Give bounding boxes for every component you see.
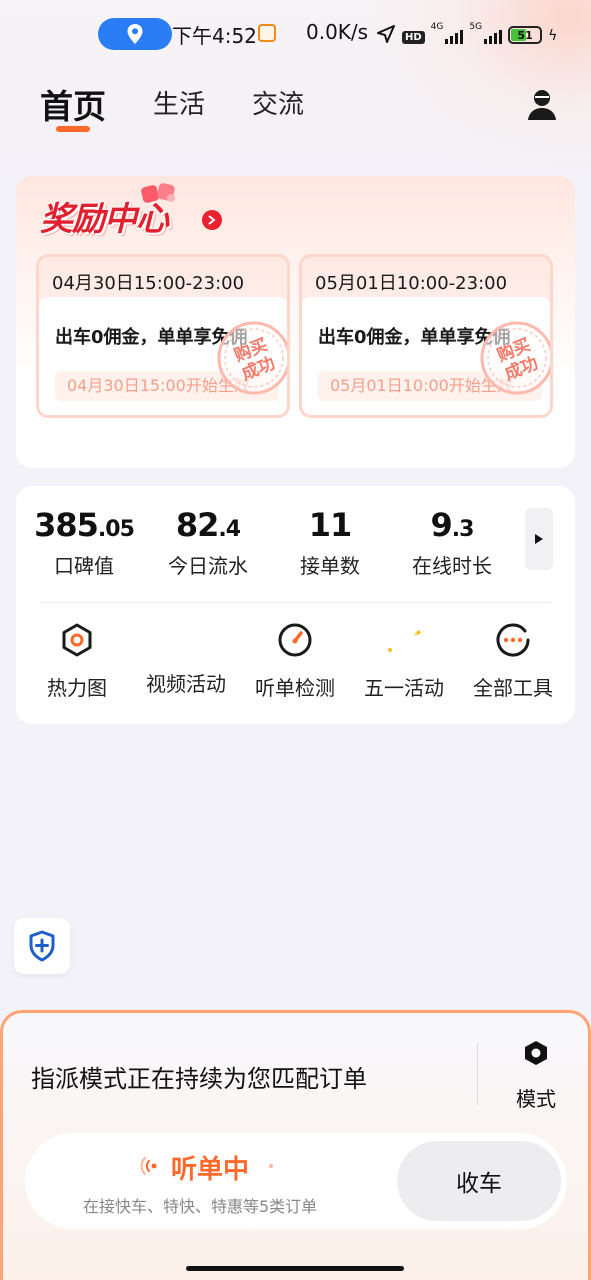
tab-community[interactable]: 交流 xyxy=(252,84,304,121)
battery-icon: 51 xyxy=(508,26,543,44)
status-time: 下午4:52 xyxy=(172,24,257,48)
more-tools-icon xyxy=(496,623,530,657)
stat-order-count[interactable]: 11 接单数 xyxy=(270,506,390,579)
stat-online-hours[interactable]: 9.3 在线时长 xyxy=(392,506,512,579)
dispatch-status-text: 指派模式正在持续为您匹配订单 xyxy=(31,1065,367,1093)
purchase-success-stamp: 购买 成功 xyxy=(480,321,550,395)
coupon-body: 出车0佣金，单单享免佣 04月30日15:00开始生效 购买 成功 xyxy=(39,297,287,415)
reward-coupon[interactable]: 05月01日10:00-23:00 出车0佣金，单单享免佣 05月01日10:0… xyxy=(299,254,553,418)
play-arrow-icon xyxy=(535,534,543,544)
broadcast-icon xyxy=(140,1157,157,1175)
heatmap-icon xyxy=(62,623,92,657)
tool-all-tools[interactable]: 全部工具 xyxy=(458,622,568,701)
stat-label: 在线时长 xyxy=(412,554,492,578)
tab-life[interactable]: 生活 xyxy=(153,84,205,121)
stats-tools-card: 385.05 口碑值 82.4 今日流水 11 接单数 9.3 在线时长 热力图… xyxy=(16,486,575,724)
stop-work-button[interactable]: 收车 xyxy=(397,1141,561,1221)
app-notification-icon xyxy=(258,24,276,42)
tool-video-activity[interactable]: 视频活动 xyxy=(131,622,241,697)
network-type-label: 5G xyxy=(469,22,483,32)
mode-icon xyxy=(525,1041,547,1065)
stat-value: 9.3 xyxy=(430,506,475,544)
stat-value: 385.05 xyxy=(34,506,135,544)
safety-button[interactable] xyxy=(14,918,70,974)
listening-order-types: 在接快车、特快、特惠等5类订单 xyxy=(83,1197,318,1216)
stats-more-button[interactable] xyxy=(525,508,553,570)
shield-plus-icon xyxy=(29,930,55,962)
stat-label: 今日流水 xyxy=(168,554,248,578)
battery-level: 51 xyxy=(517,28,533,42)
video-icon xyxy=(168,622,204,658)
tool-label: 热力图 xyxy=(47,676,107,700)
tool-label: 全部工具 xyxy=(473,676,553,700)
coupon-time-range: 04月30日15:00-23:00 xyxy=(52,273,245,294)
divider xyxy=(40,602,551,603)
signal-icon xyxy=(484,28,503,44)
active-tab-indicator xyxy=(56,126,90,132)
coupon-body: 出车0佣金，单单享免佣 05月01日10:00开始生效 购买 成功 xyxy=(302,297,550,415)
signal-icon xyxy=(445,28,464,44)
divider xyxy=(477,1043,478,1105)
network-type-label: 4G xyxy=(430,22,444,32)
mode-button[interactable]: 模式 xyxy=(503,1039,569,1112)
network-speed: 0.0K/s xyxy=(306,20,369,44)
stat-label: 接单数 xyxy=(300,554,360,578)
status-dot xyxy=(269,1164,273,1168)
coupon-time-range: 05月01日10:00-23:00 xyxy=(315,273,508,294)
mode-label: 模式 xyxy=(516,1087,556,1111)
tab-home[interactable]: 首页 xyxy=(40,80,106,128)
stat-today-income[interactable]: 82.4 今日流水 xyxy=(148,506,268,579)
reward-coupon[interactable]: 04月30日15:00-23:00 出车0佣金，单单享免佣 04月30日15:0… xyxy=(36,254,290,418)
status-icons: HD 4G 5G 51 ϟ xyxy=(376,22,557,44)
tool-heatmap[interactable]: 热力图 xyxy=(22,622,132,701)
profile-button[interactable] xyxy=(524,86,560,122)
reward-center-card[interactable]: 奖励中心 04月30日15:00-23:00 出车0佣金，单单享免佣 04月30… xyxy=(16,176,575,468)
tool-listen-check[interactable]: 听单检测 xyxy=(240,622,350,701)
chevron-right-icon xyxy=(208,215,216,225)
user-icon xyxy=(528,90,556,120)
gauge-icon xyxy=(278,623,312,657)
purchase-success-stamp: 购买 成功 xyxy=(217,321,287,395)
listening-bar: 听单中 在接快车、特快、特惠等5类订单 收车 xyxy=(25,1133,567,1229)
navigation-arrow-icon xyxy=(377,25,395,43)
stat-value: 82.4 xyxy=(175,506,241,544)
location-pill xyxy=(98,18,172,50)
tool-label: 听单检测 xyxy=(255,676,335,700)
sparkle-icon xyxy=(388,630,421,652)
stat-rating[interactable]: 385.05 口碑值 xyxy=(24,506,144,579)
reward-center-header[interactable]: 奖励中心 xyxy=(40,183,175,240)
home-indicator[interactable] xyxy=(186,1266,404,1271)
reward-center-arrow-button[interactable] xyxy=(202,210,222,230)
charging-icon: ϟ xyxy=(548,28,558,44)
gift-icon xyxy=(141,183,175,203)
hd-badge: HD xyxy=(402,31,425,44)
tool-label: 视频活动 xyxy=(146,672,226,696)
location-icon xyxy=(127,24,143,44)
order-dispatch-panel: 指派模式正在持续为您匹配订单 模式 听单中 在接快车、特快、特惠等5类订单 收车 xyxy=(0,1010,591,1280)
tool-may-day-activity[interactable]: 五一活动 xyxy=(349,622,459,701)
status-bar: 下午4:52 0.0K/s HD 4G 5G 51 ϟ xyxy=(0,0,591,68)
tool-label: 五一活动 xyxy=(364,676,444,700)
stat-value: 11 xyxy=(308,506,353,544)
stat-label: 口碑值 xyxy=(54,554,114,578)
listening-status: 听单中 xyxy=(171,1155,250,1185)
